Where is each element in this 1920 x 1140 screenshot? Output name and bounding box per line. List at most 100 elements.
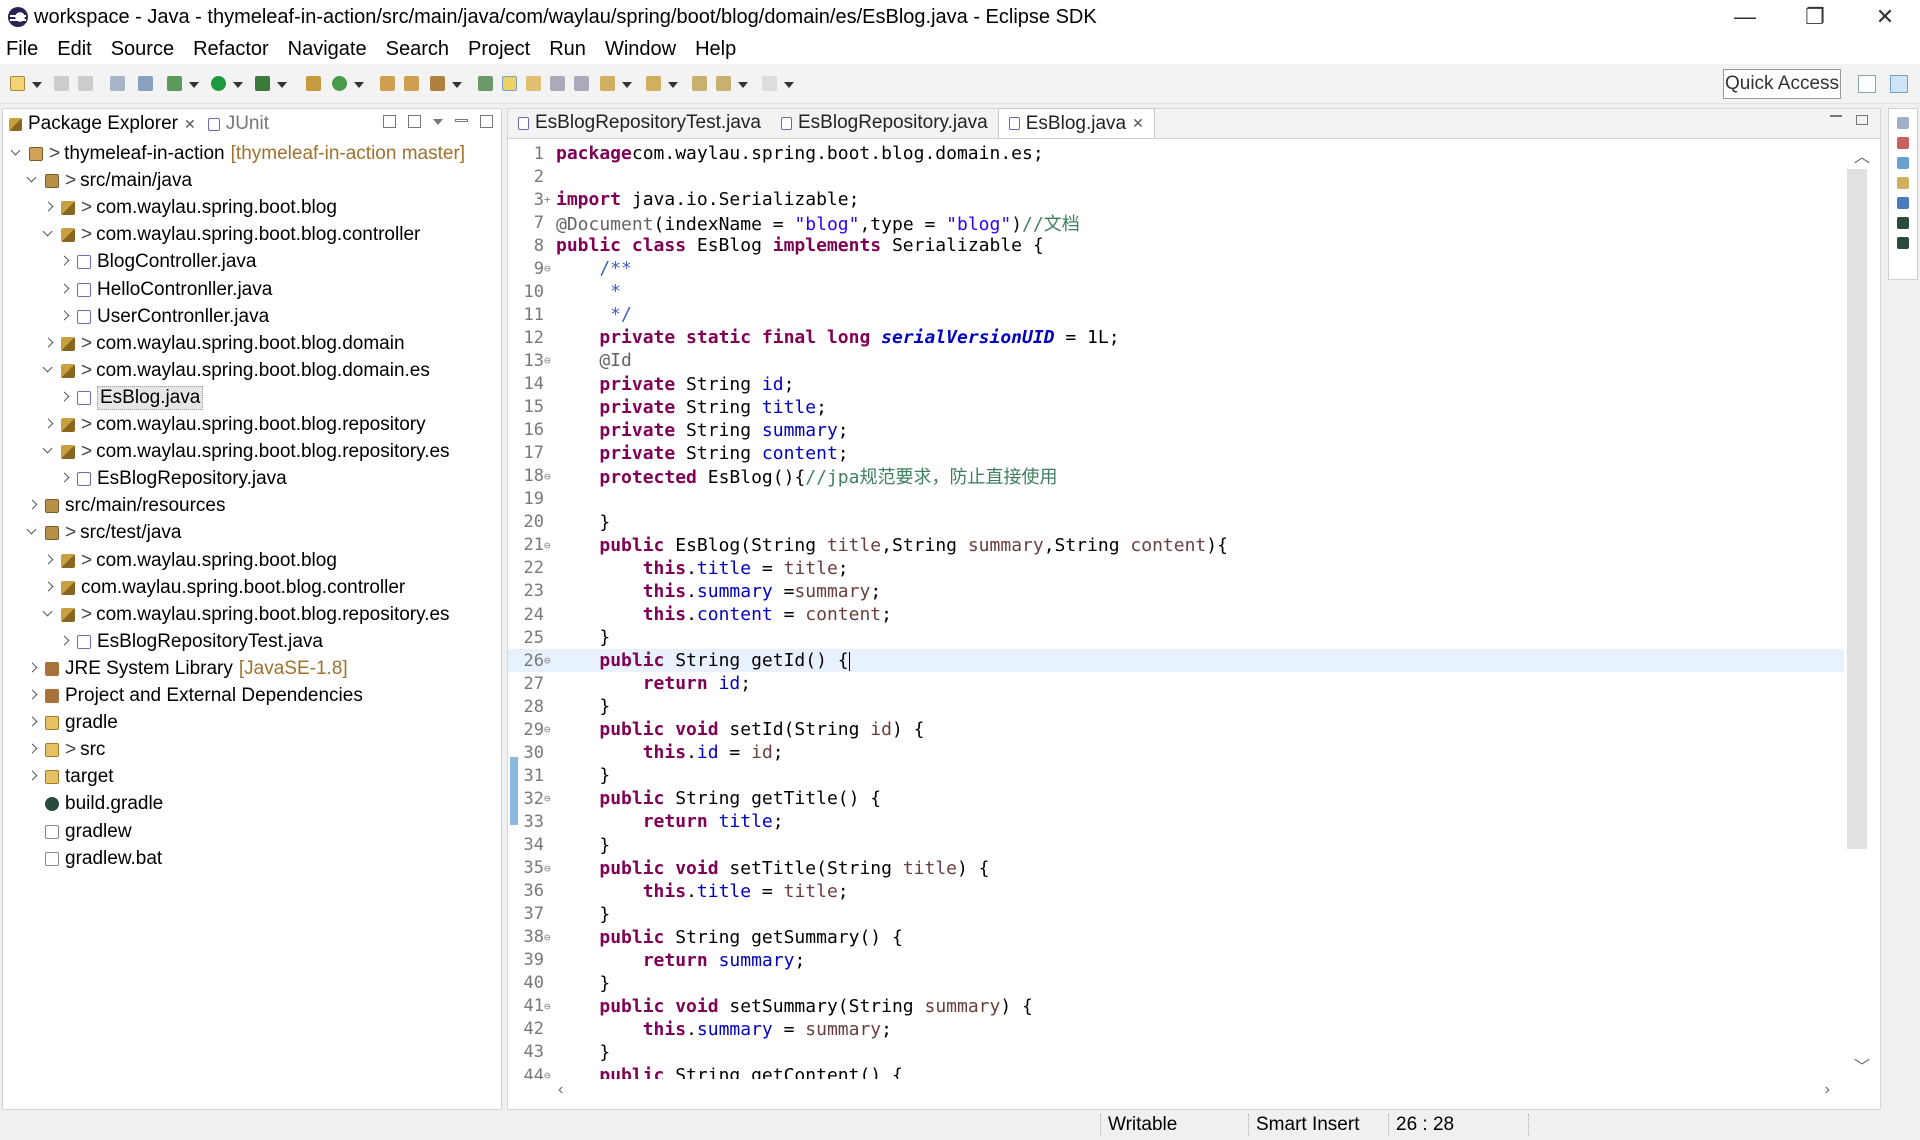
code-line[interactable]: 34 } [508, 834, 1844, 857]
code-line[interactable]: 24 this.content = content; [508, 603, 1844, 626]
open-perspective-icon[interactable] [1858, 75, 1876, 93]
collapse-all-icon[interactable] [383, 115, 396, 128]
tree-node[interactable]: BlogController.java [59, 249, 256, 275]
new-java-class-icon[interactable] [332, 76, 347, 91]
code-line[interactable]: 22 this.title = title; [508, 557, 1844, 580]
menu-navigate[interactable]: Navigate [288, 38, 367, 61]
chevron-down-icon[interactable] [11, 148, 23, 160]
save-all-icon[interactable] [78, 76, 93, 91]
run-icon[interactable] [211, 76, 226, 91]
code-line[interactable]: 12 private static final long serialVersi… [508, 326, 1844, 349]
chevron-down-icon[interactable] [43, 446, 55, 458]
maximize-editor-icon[interactable] [1856, 115, 1868, 125]
scroll-down-icon[interactable]: ﹀ [1854, 1053, 1870, 1077]
tab-esblogrepositorytest[interactable]: EsBlogRepositoryTest.java [508, 108, 771, 138]
code-line[interactable]: 32 ⊖ public String getTitle() { [508, 787, 1844, 810]
tab-esblogrepository[interactable]: EsBlogRepository.java [771, 108, 998, 138]
code-line[interactable]: 43 } [508, 1041, 1844, 1064]
tab-esblog[interactable]: EsBlog.java ✕ [997, 108, 1155, 138]
new-icon[interactable] [10, 76, 25, 91]
chevron-right-icon[interactable] [43, 338, 55, 350]
tree-node[interactable]: > com.waylau.spring.boot.blog.domain [43, 331, 405, 357]
fold-toggle-icon[interactable]: ⊖ [544, 792, 554, 805]
tab-package-explorer[interactable]: Package Explorer ✕ [3, 109, 202, 139]
menu-file[interactable]: File [6, 38, 38, 61]
tree-node[interactable]: > src [27, 737, 105, 763]
tree-node[interactable]: > com.waylau.spring.boot.blog.repository [43, 412, 426, 438]
search-dropdown-icon[interactable] [452, 82, 462, 88]
minimize-button[interactable]: — [1710, 0, 1780, 34]
menu-window[interactable]: Window [605, 38, 676, 61]
fold-toggle-icon[interactable]: ⊖ [544, 262, 554, 275]
javadoc-icon[interactable] [1897, 157, 1909, 169]
tree-node[interactable]: > thymeleaf-in-action [thymeleaf-in-action… [11, 141, 465, 167]
code-line[interactable]: 20 } [508, 511, 1844, 534]
tree-node[interactable]: > com.waylau.spring.boot.blog.repository.… [43, 439, 450, 465]
tree-node[interactable]: HelloContronller.java [59, 277, 272, 303]
quick-access-field[interactable]: Quick Access [1723, 69, 1841, 99]
close-tab-icon[interactable]: ✕ [184, 116, 196, 133]
menu-edit[interactable]: Edit [57, 38, 91, 61]
code-line[interactable]: 33 return title; [508, 810, 1844, 833]
code-line[interactable]: 13 ⊖ @Id [508, 349, 1844, 372]
block-selection-icon[interactable] [550, 76, 565, 91]
code-line[interactable]: 14 private String id; [508, 373, 1844, 396]
tree-node[interactable]: gradlew [27, 819, 132, 845]
chevron-right-icon[interactable] [43, 582, 55, 594]
tree-node[interactable]: Project and External Dependencies [27, 683, 363, 709]
minimize-editor-icon[interactable] [1830, 115, 1842, 123]
code-line[interactable]: 16 private String summary; [508, 419, 1844, 442]
chevron-right-icon[interactable] [59, 473, 71, 485]
chevron-down-icon[interactable] [43, 365, 55, 377]
tree-node[interactable]: JRE System Library [JavaSE-1.8] [27, 656, 348, 682]
tree-node[interactable]: > com.waylau.spring.boot.blog [43, 548, 337, 574]
code-line[interactable]: 30 this.id = id; [508, 741, 1844, 764]
back-dropdown-icon[interactable] [738, 82, 748, 88]
scroll-left-icon[interactable]: ‹ [558, 1081, 563, 1099]
tree-node[interactable]: gradle [27, 710, 118, 736]
fold-toggle-icon[interactable]: ⊖ [544, 1069, 554, 1079]
chevron-right-icon[interactable] [27, 663, 39, 675]
toggle-mark-occurrences-icon[interactable] [478, 76, 493, 91]
code-line[interactable]: 44 ⊖ public String getContent() { [508, 1064, 1844, 1079]
tree-node[interactable]: EsBlogRepositoryTest.java [59, 629, 323, 655]
external-tools-dropdown-icon[interactable] [277, 82, 287, 88]
code-line[interactable]: 40 } [508, 972, 1844, 995]
vertical-scroll-thumb[interactable] [1847, 169, 1867, 849]
print-icon[interactable] [110, 76, 125, 91]
tab-junit[interactable]: JUnit [202, 109, 275, 139]
code-line[interactable]: 19 [508, 488, 1844, 511]
code-line[interactable]: 29 ⊖ public void setId(String id) { [508, 718, 1844, 741]
chevron-right-icon[interactable] [43, 555, 55, 567]
next-annotation-dropdown-icon[interactable] [622, 82, 632, 88]
chevron-down-icon[interactable] [27, 175, 39, 187]
code-line[interactable]: 23 this.summary =summary; [508, 580, 1844, 603]
chevron-down-icon[interactable] [27, 527, 39, 539]
menu-source[interactable]: Source [111, 38, 174, 61]
horizontal-scrollbar[interactable]: ‹ › [548, 1081, 1838, 1103]
debug-icon[interactable] [167, 76, 182, 91]
scroll-right-icon[interactable]: › [1825, 1081, 1830, 1099]
chevron-right-icon[interactable] [59, 392, 71, 404]
chevron-down-icon[interactable] [43, 229, 55, 241]
maximize-button[interactable]: ❐ [1780, 0, 1850, 34]
chevron-right-icon[interactable] [27, 717, 39, 729]
search-icon[interactable] [430, 76, 445, 91]
external-tools-icon[interactable] [255, 76, 270, 91]
fold-toggle-icon[interactable]: + [544, 193, 554, 206]
tree-node[interactable]: > src/main/java [27, 168, 192, 194]
menu-search[interactable]: Search [386, 38, 449, 61]
tree-node[interactable]: > com.waylau.spring.boot.blog.repository.… [43, 602, 450, 628]
code-line[interactable]: 18 ⊖ protected EsBlog(){//jpa规范要求，防止直接使用 [508, 465, 1844, 488]
code-line[interactable]: 31 } [508, 764, 1844, 787]
console-icon[interactable] [1897, 197, 1909, 209]
fold-toggle-icon[interactable]: ⊖ [544, 1000, 554, 1013]
code-line[interactable]: 42 this.summary = summary; [508, 1018, 1844, 1041]
code-line[interactable]: 27 return id; [508, 672, 1844, 695]
tree-node[interactable]: src/main/resources [27, 493, 226, 519]
chevron-down-icon[interactable] [43, 609, 55, 621]
tree-node[interactable]: EsBlog.java [59, 385, 204, 411]
code-line[interactable]: 35 ⊖ public void setTitle(String title) { [508, 857, 1844, 880]
code-line[interactable]: 39 return summary; [508, 949, 1844, 972]
chevron-right-icon[interactable] [27, 690, 39, 702]
